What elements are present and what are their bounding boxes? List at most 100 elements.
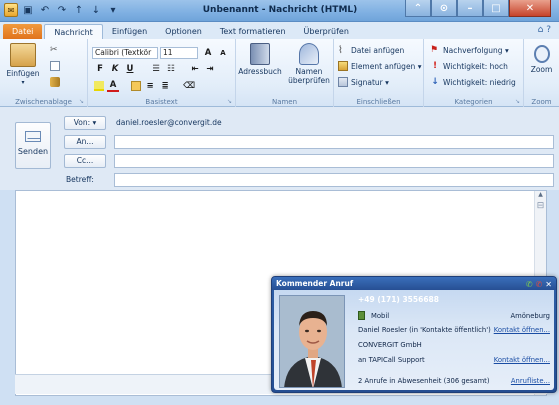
clear-formatting-icon[interactable]: ⌫	[183, 81, 195, 91]
increase-indent-icon[interactable]: ⇥	[204, 64, 216, 74]
align-center-icon[interactable]: ≡	[144, 81, 156, 91]
tab-format-text[interactable]: Text formatieren	[211, 24, 295, 39]
undo-icon[interactable]: ↶	[38, 3, 52, 17]
attach-item-label: Element anfügen ▾	[351, 61, 422, 71]
tab-review[interactable]: Überprüfen	[295, 24, 358, 39]
signature-button[interactable]: Signatur ▾	[338, 77, 389, 87]
group-include: ⌇ Datei anfügen Element anfügen ▾ Signat…	[334, 39, 424, 107]
copy-icon	[50, 61, 60, 71]
to-button[interactable]: An...	[64, 135, 106, 149]
follow-up-label: Nachverfolgung ▾	[443, 45, 509, 55]
group-label-include: Einschließen	[356, 98, 401, 106]
high-importance-label: Wichtigkeit: hoch	[443, 61, 508, 71]
decrease-indent-icon[interactable]: ⇤	[189, 64, 201, 74]
paste-button[interactable]: Einfügen ▾	[4, 43, 42, 87]
help-icon[interactable]: ⌂ ?	[538, 25, 551, 35]
font-color-icon[interactable]: A	[107, 80, 119, 92]
dialog-launcher-icon[interactable]: ↘	[515, 98, 520, 105]
chevron-down-icon: ▾	[21, 79, 25, 86]
grow-font-icon[interactable]: A	[202, 48, 214, 58]
up-arrow-icon[interactable]: ↑	[72, 3, 86, 17]
customize-toolbar-icon[interactable]: ▾	[106, 3, 120, 17]
bullets-icon[interactable]: ☰	[150, 64, 162, 74]
group-label-basic-text: Basistext	[145, 98, 178, 106]
from-value: daniel.roesler@convergit.de	[116, 118, 222, 127]
group-zoom: Zoom Zoom	[524, 39, 559, 107]
group-basic-text: Calibri (Textkör 11 AA F K U ☰ ☷ ⇤ ⇥ A ≡…	[88, 39, 236, 107]
highlight-icon[interactable]	[94, 81, 104, 91]
copy-button[interactable]	[50, 61, 60, 71]
to-field[interactable]	[114, 135, 554, 149]
cut-button[interactable]: ✂	[50, 45, 60, 55]
open-contact-link-2[interactable]: Kontakt öffnen...	[494, 356, 550, 364]
check-names-label-1: Namen	[295, 67, 323, 76]
ribbon-toggle-button[interactable]: ⌃	[405, 0, 431, 17]
close-button[interactable]: ✕	[509, 0, 551, 17]
caller-location: Amöneburg	[510, 312, 550, 320]
down-arrow-icon[interactable]: ↓	[89, 3, 103, 17]
scissors-icon: ✂	[50, 45, 58, 55]
zoom-label: Zoom	[530, 65, 553, 74]
send-label: Senden	[17, 147, 49, 156]
underline-icon[interactable]: U	[124, 64, 136, 74]
paste-label: Einfügen	[6, 69, 40, 78]
maximize-button[interactable]: □	[483, 0, 509, 17]
redo-icon[interactable]: ↷	[55, 3, 69, 17]
italic-icon[interactable]: K	[109, 64, 121, 74]
group-label-tags: Kategorien	[454, 98, 493, 106]
send-button[interactable]: Senden	[15, 122, 51, 169]
format-painter-button[interactable]	[50, 77, 60, 87]
font-name-select[interactable]: Calibri (Textkör	[92, 47, 158, 59]
group-label-clipboard: Zwischenablage	[15, 98, 72, 106]
save-icon[interactable]: ▣	[21, 3, 35, 17]
cc-button[interactable]: Cc...	[64, 154, 106, 168]
quick-access-toolbar: ✉ ▣ ↶ ↷ ↑ ↓ ▾	[4, 3, 120, 17]
minimize-button[interactable]: –	[457, 0, 483, 17]
cc-field[interactable]	[114, 154, 554, 168]
tab-insert[interactable]: Einfügen	[103, 24, 156, 39]
follow-up-button[interactable]: ⚑ Nachverfolgung ▾	[430, 45, 509, 55]
open-contact-link-1[interactable]: Kontakt öffnen...	[494, 326, 550, 334]
missed-calls: 2 Anrufe in Abwesenheit (306 gesamt)	[358, 377, 490, 385]
address-book-button[interactable]: Adressbuch	[238, 43, 282, 76]
subject-label: Betreff:	[66, 175, 94, 184]
dialog-launcher-icon[interactable]: ↘	[227, 98, 232, 105]
font-size-select[interactable]: 11	[160, 47, 198, 59]
group-tags: ⚑ Nachverfolgung ▾ ! Wichtigkeit: hoch ↓…	[424, 39, 524, 107]
dialog-launcher-icon[interactable]: ↘	[79, 98, 84, 105]
from-button[interactable]: Von: ▾	[64, 116, 106, 130]
check-names-button[interactable]: Namen überprüfen	[286, 43, 332, 85]
popup-title: Kommender Anruf	[276, 279, 354, 288]
attach-item-button[interactable]: Element anfügen ▾	[338, 61, 421, 71]
attach-item-icon	[338, 61, 348, 71]
signature-icon	[338, 77, 348, 87]
numbering-icon[interactable]: ☷	[165, 64, 177, 74]
outlook-app-icon[interactable]: ✉	[4, 3, 18, 17]
high-importance-button[interactable]: ! Wichtigkeit: hoch	[430, 61, 508, 71]
paperclip-icon: ⌇	[338, 45, 343, 56]
tab-message[interactable]: Nachricht	[44, 24, 103, 39]
tab-file[interactable]: Datei	[3, 24, 43, 39]
align-left-icon[interactable]	[131, 81, 141, 91]
tab-options[interactable]: Optionen	[156, 24, 211, 39]
ribbon: Einfügen ▾ ✂ Zwischenablage ↘ Calibri (T…	[0, 39, 559, 107]
attach-file-button[interactable]: ⌇ Datei anfügen	[338, 45, 404, 56]
subject-field[interactable]	[114, 173, 554, 187]
scroll-up-icon[interactable]: ▲	[535, 191, 546, 201]
font-style-row: F K U ☰ ☷ ⇤ ⇥	[94, 64, 216, 74]
bold-icon[interactable]: F	[94, 64, 106, 74]
low-importance-label: Wichtigkeit: niedrig	[443, 77, 516, 87]
caller-contact: Daniel Roesler (in 'Kontakte öffentlich'…	[358, 326, 491, 334]
group-label-zoom: Zoom	[531, 98, 552, 106]
zoom-button[interactable]: Zoom	[526, 43, 557, 74]
popup-title-bar: Kommender Anruf ✆ ✆ ✕	[272, 277, 556, 290]
help-button[interactable]: ⊙	[431, 0, 457, 17]
address-book-icon	[250, 43, 270, 65]
shrink-font-icon[interactable]: A	[217, 49, 229, 57]
group-label-names: Namen	[271, 98, 298, 106]
low-importance-button[interactable]: ↓ Wichtigkeit: niedrig	[430, 77, 516, 87]
align-right-icon[interactable]: ≣	[159, 81, 171, 91]
exclamation-icon: !	[432, 61, 438, 71]
ruler-icon[interactable]: ⊟	[535, 201, 546, 215]
call-list-link[interactable]: Anrufliste...	[511, 377, 550, 385]
